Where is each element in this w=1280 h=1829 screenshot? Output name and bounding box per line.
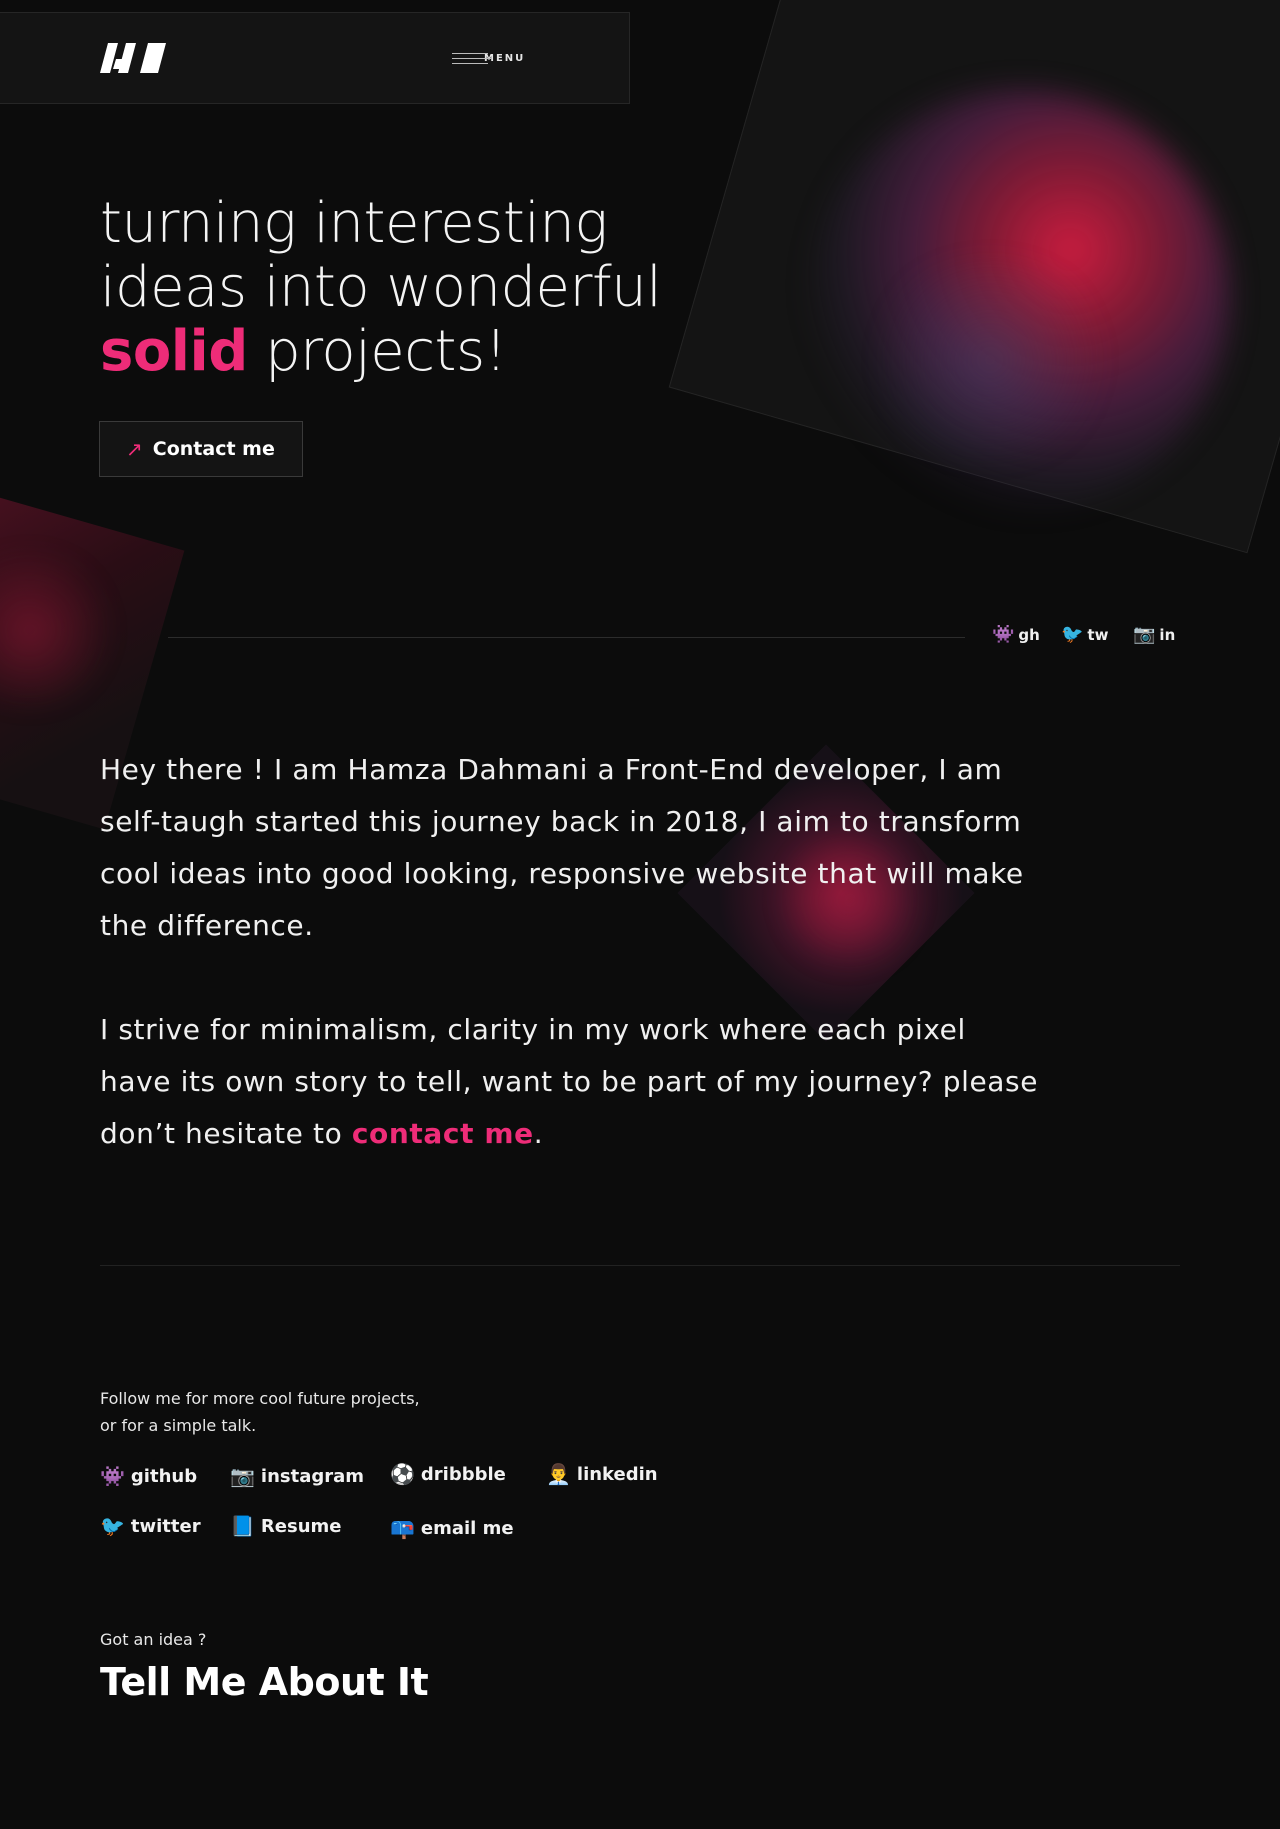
social-link-label: github — [130, 1465, 198, 1487]
hero-line-1: turning interesting — [100, 191, 608, 256]
social-link-github[interactable]: 👾 github — [100, 1464, 197, 1488]
about-paragraph-1: Hey there ! I am Hamza Dahmani a Front-E… — [100, 753, 1024, 942]
mailbox-icon: 📪 — [390, 1516, 415, 1540]
social-link-resume[interactable]: 📘 Resume — [230, 1514, 341, 1538]
arrow-up-right-icon: ↗ — [126, 437, 143, 461]
social-link-twitter[interactable]: 🐦 twitter — [100, 1514, 201, 1538]
follow-line-2: or for a simple talk. — [100, 1416, 257, 1435]
social-link-label: twitter — [130, 1515, 201, 1537]
mini-social-label: tw — [1087, 625, 1109, 644]
camera-icon: 📷 — [1133, 624, 1156, 645]
mini-social-github[interactable]: 👾 gh — [992, 624, 1040, 645]
social-link-linkedin[interactable]: 👨‍💼 linkedin — [546, 1462, 658, 1486]
social-link-instagram[interactable]: 📷 instagram — [230, 1464, 364, 1488]
camera-icon: 📷 — [230, 1464, 255, 1488]
hero-line-3: solid projects! — [100, 320, 740, 384]
mini-social-label: gh — [1018, 625, 1040, 644]
social-link-label: Resume — [260, 1515, 342, 1537]
mini-social-twitter[interactable]: 🐦 tw — [1061, 624, 1108, 645]
divider — [100, 1265, 1180, 1266]
social-link-label: dribbble — [420, 1463, 506, 1485]
book-icon: 📘 — [230, 1514, 255, 1538]
mini-social-label: in — [1159, 625, 1176, 644]
logo-icon[interactable] — [100, 43, 166, 73]
about-paragraph-2-text: I strive for minimalism, clarity in my w… — [100, 1013, 1039, 1150]
ball-icon: ⚽ — [390, 1462, 415, 1486]
about-paragraph-2-end: . — [533, 1117, 544, 1150]
about-paragraph-2: I strive for minimalism, clarity in my w… — [100, 1004, 1040, 1160]
hero-line-3-rest: projects! — [247, 319, 507, 384]
social-link-label: instagram — [260, 1465, 365, 1487]
about-text: Hey there ! I am Hamza Dahmani a Front-E… — [100, 744, 1040, 1160]
menu-button[interactable]: MENU — [452, 48, 525, 68]
header-bar — [0, 12, 630, 104]
social-link-label: email me — [420, 1517, 514, 1539]
decorative-glow-right-lower — [860, 260, 1120, 460]
office-worker-icon: 👨‍💼 — [546, 1462, 571, 1486]
mini-social-instagram[interactable]: 📷 in — [1133, 624, 1175, 645]
social-link-dribbble[interactable]: ⚽ dribbble — [390, 1462, 506, 1486]
contact-button-label: Contact me — [152, 438, 275, 460]
social-link-email[interactable]: 📪 email me — [390, 1516, 514, 1540]
bird-icon: 🐦 — [1061, 624, 1084, 645]
hamburger-icon — [452, 51, 492, 66]
contact-me-link[interactable]: contact me — [352, 1117, 534, 1150]
cta-heading[interactable]: Tell Me About It — [100, 1660, 429, 1704]
contact-button[interactable]: ↗ Contact me — [99, 421, 303, 477]
social-link-label: linkedin — [576, 1463, 658, 1485]
alien-icon: 👾 — [100, 1464, 125, 1488]
cta-question: Got an idea ? — [100, 1630, 207, 1649]
alien-icon: 👾 — [992, 624, 1015, 645]
follow-text: Follow me for more cool future projects,… — [100, 1385, 520, 1439]
divider — [168, 637, 965, 638]
hero-heading: turning interesting ideas into wonderful… — [100, 192, 740, 384]
hero-line-2: ideas into wonderful — [100, 255, 662, 320]
hero-accent-word: solid — [100, 319, 248, 384]
follow-line-1: Follow me for more cool future projects, — [100, 1389, 420, 1408]
bird-icon: 🐦 — [100, 1514, 125, 1538]
